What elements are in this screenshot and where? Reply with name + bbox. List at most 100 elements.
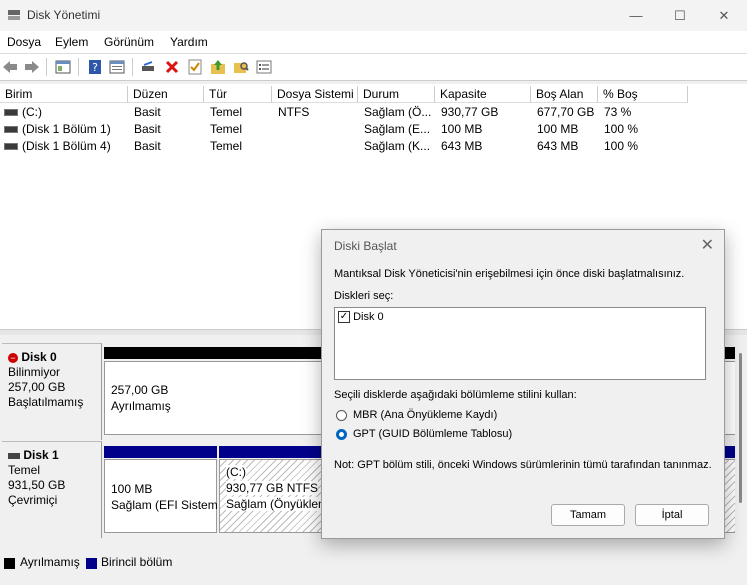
cell-layout: Basit [134,105,161,119]
scrollbar-thumb[interactable] [739,353,742,503]
column-file-system[interactable]: Dosya Sistemi [272,86,358,103]
forward-arrow-icon[interactable] [23,58,41,76]
legend-unallocated: Ayrılmamış [20,555,80,569]
gpt-radio[interactable] [336,429,347,440]
window-title: Disk Yönetimi [27,8,101,22]
mbr-option-label[interactable]: MBR (Ana Önyükleme Kaydı) [353,409,497,421]
disk-list-item-label: Disk 0 [353,311,384,323]
dialog-title: Diski Başlat [334,239,397,253]
column-layout[interactable]: Düzen [128,86,204,103]
legend: Ayrılmamış Birincil bölüm [0,553,747,571]
efi-status: Sağlam (EFI Sistem [111,498,218,512]
properties-window-icon[interactable] [108,58,126,76]
cell-type: Temel [210,105,243,119]
initialize-disk-dialog: Diski Başlat ✕ Mantıksal Disk Yöneticisi… [321,229,725,539]
legend-primary: Birincil bölüm [101,555,173,569]
disk-0-label[interactable]: − Disk 0 Bilinmiyor 257,00 GB Başlatılma… [2,343,102,440]
cell-percent-free: 73 % [604,105,632,119]
menu-bar: Dosya Eylem Görünüm Yardım [0,31,747,54]
cell-type: Temel [210,139,243,153]
disk-1-status: Çevrimiçi [8,493,58,507]
column-type[interactable]: Tür [204,86,272,103]
cell-free-space: 100 MB [537,122,579,136]
cell-percent-free: 100 % [604,122,639,136]
c-drive-status: Sağlam (Önyüklen [226,497,325,511]
mbr-radio[interactable] [336,410,347,421]
cell-layout: Basit [134,122,161,136]
unallocated-size: 257,00 GB [111,383,169,397]
cancel-button[interactable]: İptal [635,504,709,526]
help-icon[interactable]: ? [86,58,104,76]
efi-partition[interactable]: 100 MB Sağlam (EFI Sistem [104,459,218,533]
disk-0-name: Disk 0 [21,350,57,364]
search-folder-icon[interactable] [232,58,250,76]
cell-free-space: 643 MB [537,139,579,153]
cell-type: Temel [210,122,243,136]
drive-icon [4,143,18,151]
connect-drive-icon[interactable] [139,58,157,76]
unallocated-swatch [4,558,15,570]
column-percent-free[interactable]: % Boş [598,86,688,103]
disk-1-size: 931,50 GB [8,478,66,492]
unallocated-label: Ayrılmamış [111,399,171,413]
disk-error-icon: − [8,352,18,363]
up-folder-icon[interactable] [209,58,227,76]
column-status[interactable]: Durum [358,86,435,103]
menu-action[interactable]: Eylem [55,35,88,49]
gpt-note: Not: GPT bölüm stili, önceki Windows sür… [334,459,712,471]
view-list-icon[interactable] [255,58,273,76]
drive-icon [4,109,18,117]
dialog-intro: Mantıksal Disk Yöneticisi'nin erişebilme… [334,268,685,280]
disk-1-type: Temel [8,463,41,477]
cell-capacity: 100 MB [441,122,483,136]
delete-icon[interactable] [163,58,181,76]
cell-volume: (Disk 1 Bölüm 1) [22,122,111,136]
checkbox-checked-icon[interactable]: ✓ [338,311,350,324]
cell-file-system: NTFS [278,105,310,119]
column-capacity[interactable]: Kapasite [435,86,531,103]
column-free-space[interactable]: Boş Alan [531,86,598,103]
cell-status: Sağlam (K... [364,139,431,153]
disk-1-label[interactable]: Disk 1 Temel 931,50 GB Çevrimiçi [2,441,102,538]
c-drive-size: 930,77 GB NTFS [226,481,319,495]
maximize-button[interactable]: ☐ [657,0,703,31]
cell-capacity: 930,77 GB [441,105,499,119]
cell-layout: Basit [134,139,161,153]
cell-percent-free: 100 % [604,139,639,153]
ok-button[interactable]: Tamam [551,504,625,526]
toolbar: ? [0,54,747,81]
menu-view[interactable]: Görünüm [104,35,154,49]
back-arrow-icon[interactable] [1,58,19,76]
primary-bar [104,446,217,458]
drive-icon [4,126,18,134]
efi-size: 100 MB [111,482,153,496]
cell-status: Sağlam (E... [364,122,431,136]
select-disks-label: Diskleri seç: [334,290,394,302]
column-volume[interactable]: Birim [0,86,128,103]
disk-management-app-icon [8,10,20,20]
cell-capacity: 643 MB [441,139,483,153]
minimize-button[interactable]: — [613,0,659,31]
disk-1-name: Disk 1 [23,448,59,462]
disk-icon [8,452,20,459]
disk-0-status: Başlatılmamış [8,395,84,409]
primary-swatch [86,558,97,570]
show-hide-console-tree-icon[interactable] [54,58,72,76]
dialog-close-icon[interactable]: ✕ [701,235,714,255]
close-window-button[interactable]: ✕ [701,0,747,31]
menu-file[interactable]: Dosya [7,35,41,49]
checklist-properties-icon[interactable] [186,58,204,76]
title-bar: Disk Yönetimi — ☐ ✕ [0,0,747,31]
cell-status: Sağlam (Ö... [364,105,432,119]
c-drive-name: (C:) [226,465,246,479]
disk-0-size: 257,00 GB [8,380,66,394]
cell-free-space: 677,70 GB [537,105,595,119]
vertical-scrollbar[interactable] [735,335,747,553]
menu-help[interactable]: Yardım [170,35,208,49]
cell-volume: (C:) [22,105,42,119]
disk-list-item[interactable]: ✓ Disk 0 [338,311,384,324]
disk-list[interactable]: ✓ Disk 0 [334,307,706,380]
gpt-option-label[interactable]: GPT (GUID Bölümleme Tablosu) [353,428,512,440]
cell-volume: (Disk 1 Bölüm 4) [22,139,111,153]
disk-0-type: Bilinmiyor [8,365,61,379]
